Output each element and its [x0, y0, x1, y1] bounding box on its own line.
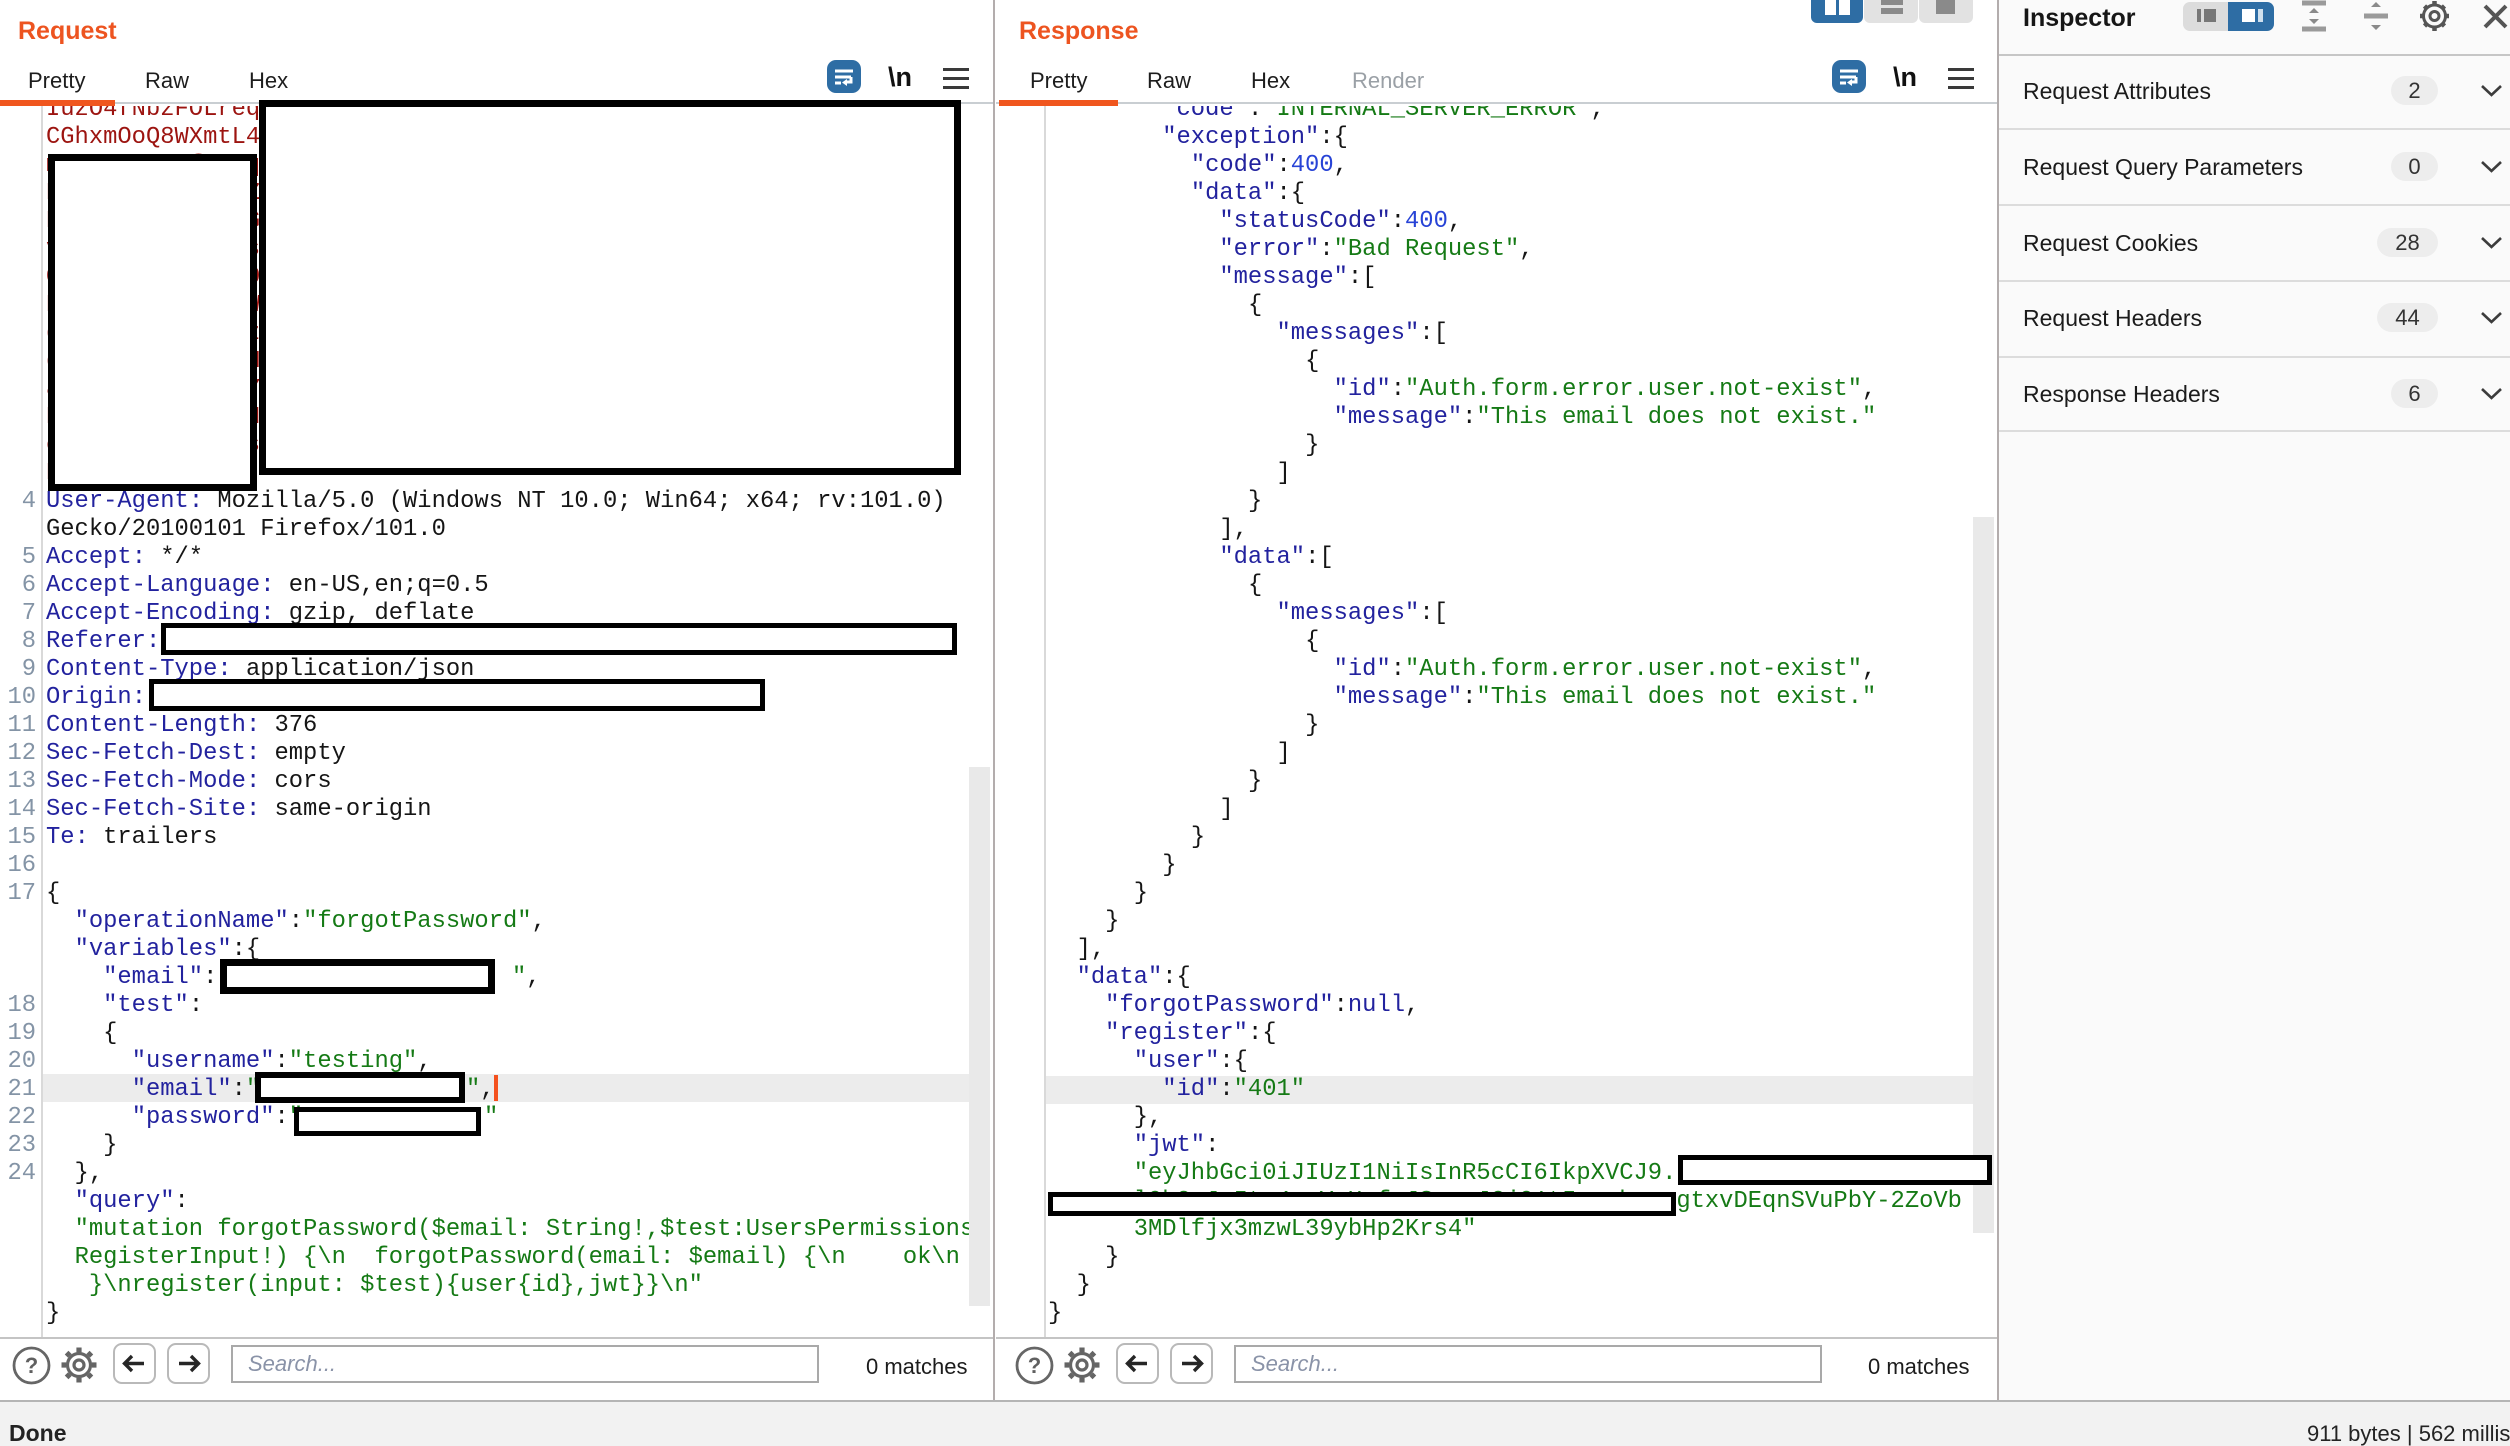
svg-text:?: ? — [25, 1353, 38, 1378]
svg-text:?: ? — [1028, 1353, 1041, 1378]
